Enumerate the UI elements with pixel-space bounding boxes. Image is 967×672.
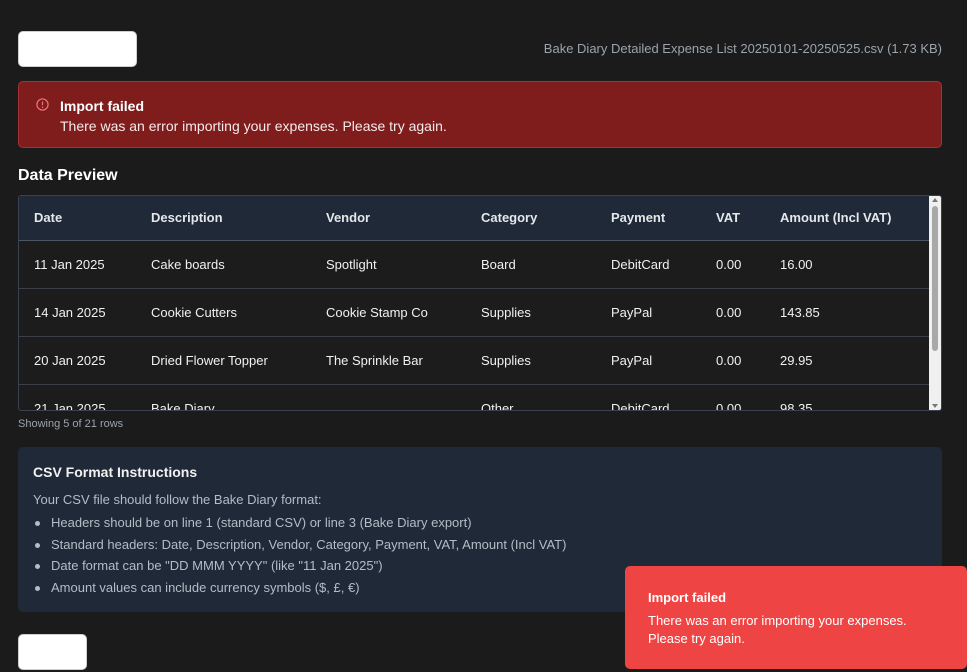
column-header-date: Date [19,196,136,241]
error-toast[interactable]: Import failed There was an error importi… [625,566,967,669]
list-item: Standard headers: Date, Description, Ven… [34,537,566,559]
cell-payment: PayPal [596,288,701,337]
instructions-list: Headers should be on line 1 (standard CS… [34,515,566,602]
cell-description: Cake boards [136,240,311,289]
table-row: 20 Jan 2025 Dried Flower Topper The Spri… [19,336,930,385]
scrollbar-thumb[interactable] [932,206,938,351]
cell-amount: 143.85 [765,288,930,337]
cell-vat: 0.00 [701,240,765,289]
toast-message: There was an error importing your expens… [648,613,907,646]
cell-amount: 98.35 [765,384,930,410]
alert-circle-icon [36,98,49,111]
back-button[interactable] [18,634,87,670]
data-preview-table[interactable]: Date Description Vendor Category Payment… [18,195,942,411]
data-preview-title: Data Preview [18,167,118,184]
column-header-payment: Payment [596,196,701,241]
cell-description: Bake Diary [136,384,311,410]
cell-vat: 0.00 [701,288,765,337]
cell-date: 11 Jan 2025 [19,240,136,289]
cell-vendor: The Sprinkle Bar [311,336,466,385]
table-row: 11 Jan 2025 Cake boards Spotlight Board … [19,240,930,289]
row-count-text: Showing 5 of 21 rows [18,418,124,430]
table-row: 21 Jan 2025 Bake Diary Other DebitCard 0… [19,384,930,410]
list-item: Headers should be on line 1 (standard CS… [34,515,566,537]
cell-date: 20 Jan 2025 [19,336,136,385]
error-message: There was an error importing your expens… [60,118,447,134]
cell-vat: 0.00 [701,336,765,385]
cell-description: Dried Flower Topper [136,336,311,385]
instructions-title: CSV Format Instructions [33,464,198,480]
column-header-category: Category [466,196,596,241]
cell-vat: 0.00 [701,384,765,410]
toast-title: Import failed [648,590,727,605]
cell-vendor [311,384,466,410]
cell-category: Board [466,240,596,289]
column-header-vat: VAT [701,196,765,241]
error-title: Import failed [60,98,145,114]
error-banner: Import failed There was an error importi… [18,81,942,148]
selected-file-name: Bake Diary Detailed Expense List 2025010… [543,41,942,56]
scroll-down-icon[interactable] [932,404,938,408]
cell-payment: DebitCard [596,384,701,410]
cell-amount: 16.00 [765,240,930,289]
table-scrollbar[interactable] [929,196,941,410]
cell-payment: PayPal [596,336,701,385]
choose-file-button[interactable] [18,31,137,67]
list-item: Date format can be "DD MMM YYYY" (like "… [34,558,566,580]
column-header-vendor: Vendor [311,196,466,241]
list-item: Amount values can include currency symbo… [34,580,566,602]
cell-date: 21 Jan 2025 [19,384,136,410]
cell-category: Supplies [466,288,596,337]
file-row: Bake Diary Detailed Expense List 2025010… [18,31,942,67]
scroll-up-icon[interactable] [932,198,938,202]
table-header-row: Date Description Vendor Category Payment… [19,196,930,241]
cell-category: Supplies [466,336,596,385]
table-row: 14 Jan 2025 Cookie Cutters Cookie Stamp … [19,288,930,337]
column-header-description: Description [136,196,311,241]
column-header-amount: Amount (Incl VAT) [765,196,930,241]
cell-vendor: Cookie Stamp Co [311,288,466,337]
cell-description: Cookie Cutters [136,288,311,337]
instructions-intro: Your CSV file should follow the Bake Dia… [33,492,322,507]
cell-date: 14 Jan 2025 [19,288,136,337]
cell-vendor: Spotlight [311,240,466,289]
cell-category: Other [466,384,596,410]
cell-amount: 29.95 [765,336,930,385]
cell-payment: DebitCard [596,240,701,289]
